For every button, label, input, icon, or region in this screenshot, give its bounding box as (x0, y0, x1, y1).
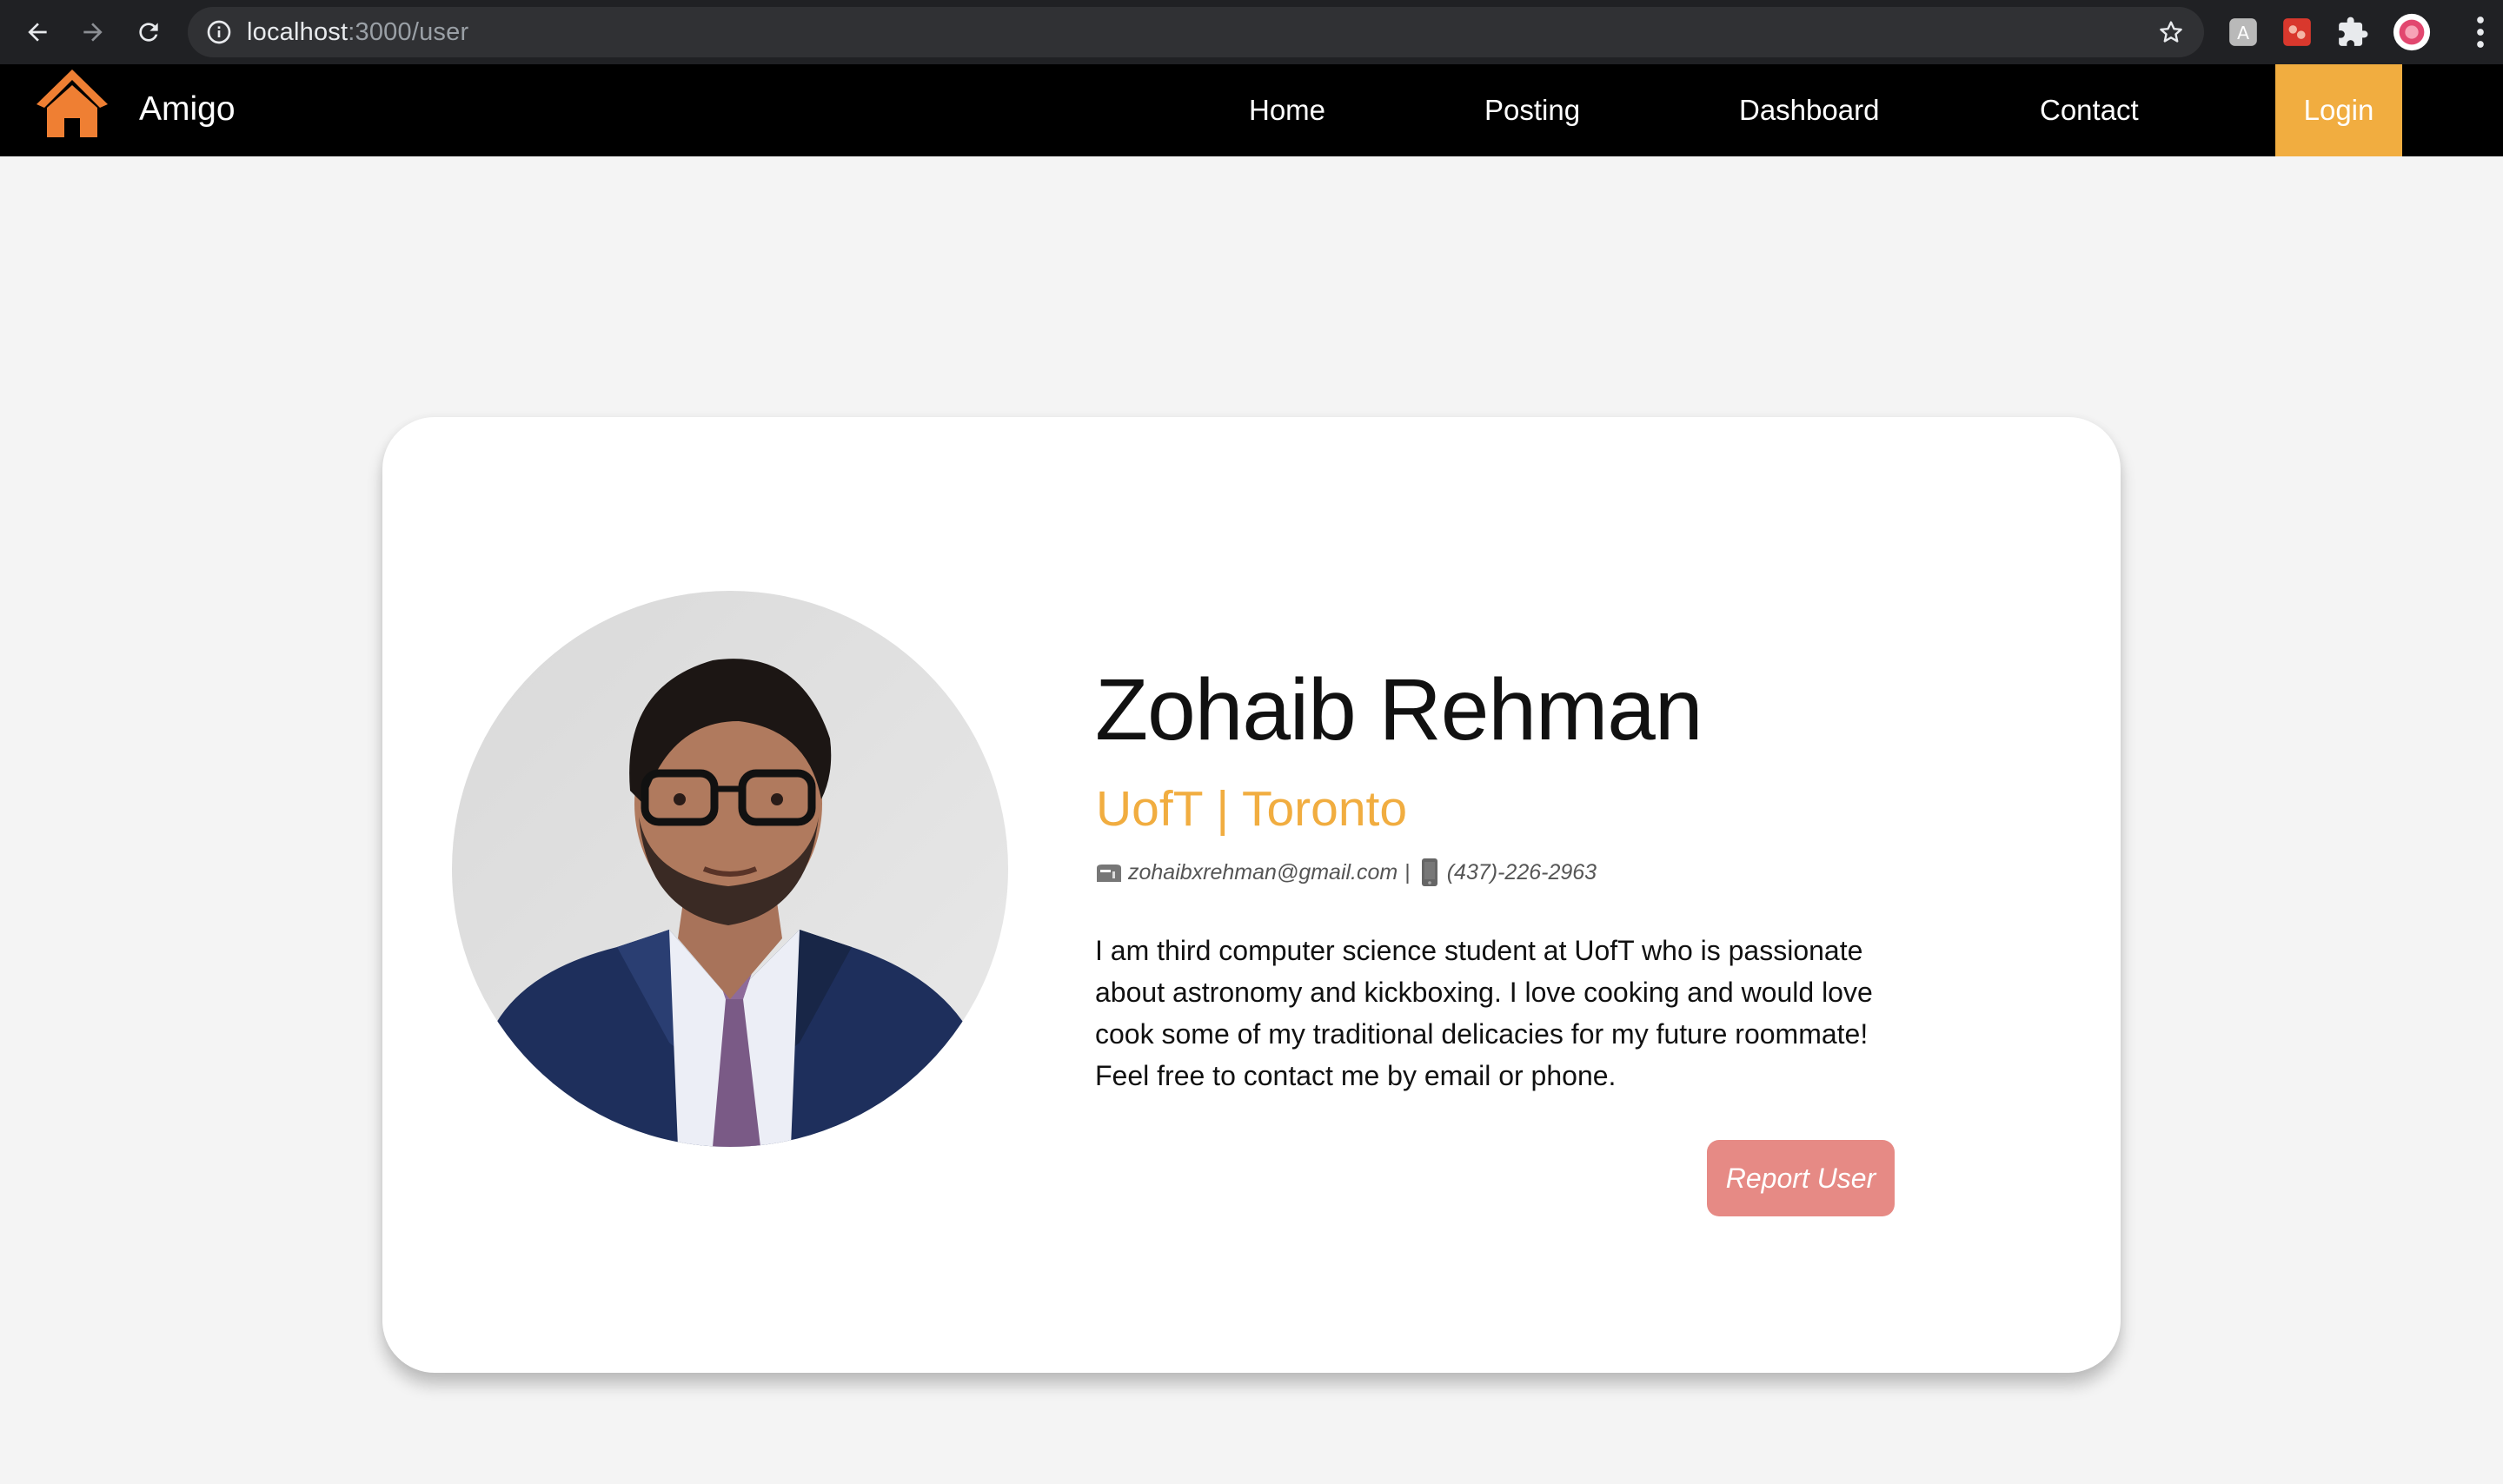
profile-name: Zohaib Rehman (1095, 661, 1703, 759)
address-bar[interactable]: localhost:3000/user (188, 7, 2204, 57)
report-user-button[interactable]: Report User (1707, 1140, 1895, 1216)
mailbox-icon (1097, 865, 1121, 882)
brand-name[interactable]: Amigo (139, 90, 236, 129)
phone-text[interactable]: (437)-226-2963 (1447, 860, 1597, 885)
profile-photo (452, 591, 1008, 1147)
info-icon[interactable] (205, 18, 233, 46)
nav-home-link[interactable]: Home (1249, 64, 1325, 156)
nav-dashboard-link[interactable]: Dashboard (1739, 64, 1879, 156)
url-text[interactable]: localhost:3000/user (247, 7, 468, 57)
house-icon[interactable] (35, 64, 110, 141)
contact-separator: | (1404, 859, 1411, 884)
profile-card: Zohaib Rehman UofT | Toronto zohaibxrehm… (382, 417, 2121, 1373)
reload-icon[interactable] (129, 12, 169, 52)
email-text[interactable]: zohaibxrehman@gmail.com (1128, 860, 1398, 885)
mobile-phone-icon (1421, 858, 1437, 886)
nav-posting-link[interactable]: Posting (1484, 64, 1580, 156)
back-icon[interactable] (17, 12, 57, 52)
contact-info: zohaibxrehman@gmail.com | (437)-226-2963 (1095, 857, 1597, 888)
more-menu-icon[interactable] (2475, 14, 2486, 50)
profile-subtitle: UofT | Toronto (1096, 781, 1408, 837)
extension-puzzle-red-icon[interactable] (2281, 16, 2314, 49)
profile-bio: I am third computer science student at U… (1095, 935, 1873, 1091)
extension-reader-icon[interactable]: A (2227, 16, 2260, 49)
profile-avatar-icon[interactable] (2392, 12, 2432, 52)
site-navbar: Amigo Home Posting Dashboard Contact Log… (0, 64, 2503, 156)
bookmark-star-icon[interactable] (2157, 18, 2185, 46)
forward-icon[interactable] (73, 12, 113, 52)
browser-toolbar: localhost:3000/user A (0, 0, 2503, 64)
login-button[interactable]: Login (2275, 64, 2402, 156)
svg-text:A: A (2237, 23, 2249, 43)
avatar (452, 591, 1008, 1147)
nav-contact-link[interactable]: Contact (2040, 64, 2139, 156)
extensions-icon[interactable] (2336, 16, 2369, 49)
